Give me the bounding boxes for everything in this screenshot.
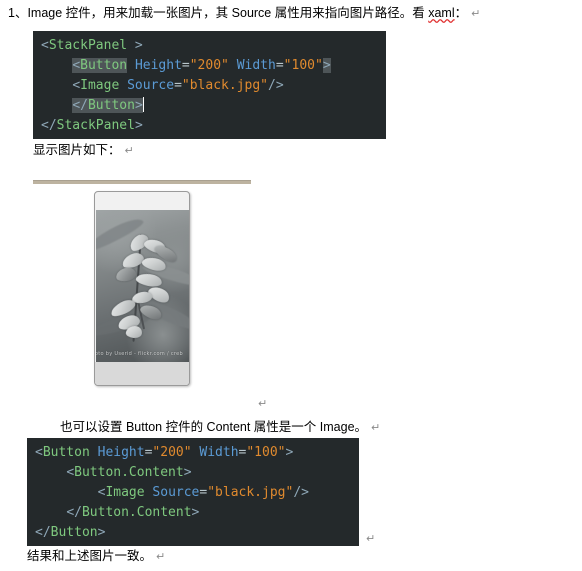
code-token: Source bbox=[127, 78, 175, 93]
code-token: </ bbox=[35, 525, 51, 540]
code-token: "black.jpg" bbox=[207, 485, 294, 500]
paragraph-1: 1、Image 控件，用来加载一张图片，其 Source 属性用来指向图片路径。… bbox=[8, 5, 480, 22]
paragraph-1-text-c: Source bbox=[231, 6, 275, 20]
code-token: Height bbox=[97, 445, 145, 460]
code-token: > bbox=[322, 58, 331, 73]
code-token: "200" bbox=[189, 58, 229, 73]
stray-pilcrow-2-line: ↵ bbox=[362, 530, 375, 547]
stray-pilcrow-1-line: ↵ bbox=[254, 395, 267, 412]
code-line: </Button.Content> bbox=[35, 503, 359, 523]
code-token: < bbox=[41, 38, 49, 53]
code-line: </Button> bbox=[41, 96, 386, 116]
code-token: > bbox=[285, 445, 294, 460]
code-token: = bbox=[275, 58, 284, 73]
pilcrow-mark: ↵ bbox=[124, 144, 134, 157]
code-token: Button bbox=[80, 58, 128, 73]
code-line: <Button Height="200" Width="100"> bbox=[35, 443, 359, 463]
code-token: /> bbox=[268, 78, 284, 93]
code-token: Width bbox=[236, 58, 276, 73]
code-token: </ bbox=[66, 505, 82, 520]
wpf-window-screenshot: Photo by Userid - flickr.com / creb bbox=[94, 191, 190, 386]
code-token: < bbox=[72, 58, 81, 73]
code-token: "200" bbox=[152, 445, 192, 460]
code-line: <Image Source="black.jpg"/> bbox=[41, 76, 386, 96]
code-token: < bbox=[35, 445, 43, 460]
paragraph-3: 也可以设置 Button 控件的 Content 属性是一个 Image。 ↵ bbox=[60, 419, 380, 436]
code-line: <Button Height="200" Width="100"> bbox=[41, 56, 386, 76]
paragraph-3-text: 也可以设置 Button 控件的 Content 属性是一个 Image。 bbox=[60, 420, 368, 434]
paragraph-1-text-a: Image bbox=[27, 6, 66, 20]
photo-watermark: Photo by Userid - flickr.com / creb bbox=[96, 351, 183, 357]
code-line: <Image Source="black.jpg"/> bbox=[35, 483, 359, 503]
paragraph-1-text-e: ： bbox=[454, 6, 468, 20]
paragraph-4-text: 结果和上述图片一致。 bbox=[27, 549, 153, 563]
window-lower-area bbox=[95, 362, 189, 385]
code-block-xaml-button-content[interactable]: <Button Height="200" Width="100"> <Butto… bbox=[27, 438, 359, 546]
code-token: > bbox=[191, 505, 200, 520]
code-token: "100" bbox=[246, 445, 286, 460]
code-line: </Button> bbox=[35, 523, 359, 543]
code-line: <StackPanel > bbox=[41, 36, 386, 56]
code-token: > bbox=[134, 118, 143, 133]
code-token: Button bbox=[87, 98, 135, 113]
paragraph-1-number: 1、 bbox=[8, 6, 28, 20]
code-token: Width bbox=[199, 445, 239, 460]
code-token: Source bbox=[152, 485, 200, 500]
code-token: Button.Content bbox=[74, 465, 184, 480]
code-token: </ bbox=[72, 98, 88, 113]
pilcrow-mark: ↵ bbox=[258, 397, 268, 410]
paragraph-1-text-d: 属性用来指向图片路径。看 bbox=[274, 6, 429, 20]
paragraph-2-text: 显示图片如下： bbox=[33, 143, 121, 157]
code-token: Image bbox=[105, 485, 145, 500]
code-line: <Button.Content> bbox=[35, 463, 359, 483]
code-token: > bbox=[127, 38, 143, 53]
code-token: Button bbox=[42, 445, 90, 460]
code-token: < bbox=[72, 78, 81, 93]
pilcrow-mark: ↵ bbox=[471, 7, 481, 20]
code-token: Button bbox=[50, 525, 98, 540]
code-token: /> bbox=[293, 485, 309, 500]
code-token: StackPanel bbox=[56, 118, 135, 133]
code-line: </StackPanel> bbox=[41, 116, 386, 136]
code-token: < bbox=[66, 465, 75, 480]
code-token: > bbox=[97, 525, 106, 540]
paragraph-2: 显示图片如下： ↵ bbox=[33, 142, 134, 159]
code-token: = bbox=[181, 58, 190, 73]
paragraph-4: 结果和上述图片一致。 ↵ bbox=[27, 548, 165, 565]
code-token: "black.jpg" bbox=[181, 78, 268, 93]
text-cursor bbox=[142, 97, 144, 112]
paragraph-1-text-b: 控件，用来加载一张图片，其 bbox=[65, 6, 232, 20]
code-token: Button.Content bbox=[81, 505, 192, 520]
code-token: > bbox=[183, 465, 192, 480]
code-block-xaml-stackpanel[interactable]: <StackPanel > <Button Height="200" Width… bbox=[33, 31, 386, 139]
flower-photo: Photo by Userid - flickr.com / creb bbox=[96, 210, 189, 362]
pilcrow-mark: ↵ bbox=[156, 550, 166, 563]
code-token: > bbox=[134, 98, 143, 113]
code-token: Height bbox=[134, 58, 182, 73]
figure-divider-rule bbox=[33, 180, 251, 184]
code-token: "100" bbox=[283, 58, 323, 73]
code-token: Image bbox=[80, 78, 120, 93]
misspelled-word-xaml: xaml bbox=[428, 6, 455, 20]
code-token: </ bbox=[41, 118, 57, 133]
code-token: StackPanel bbox=[48, 38, 128, 53]
code-token: = bbox=[174, 78, 182, 93]
pilcrow-mark: ↵ bbox=[371, 421, 381, 434]
pilcrow-mark: ↵ bbox=[366, 532, 376, 545]
